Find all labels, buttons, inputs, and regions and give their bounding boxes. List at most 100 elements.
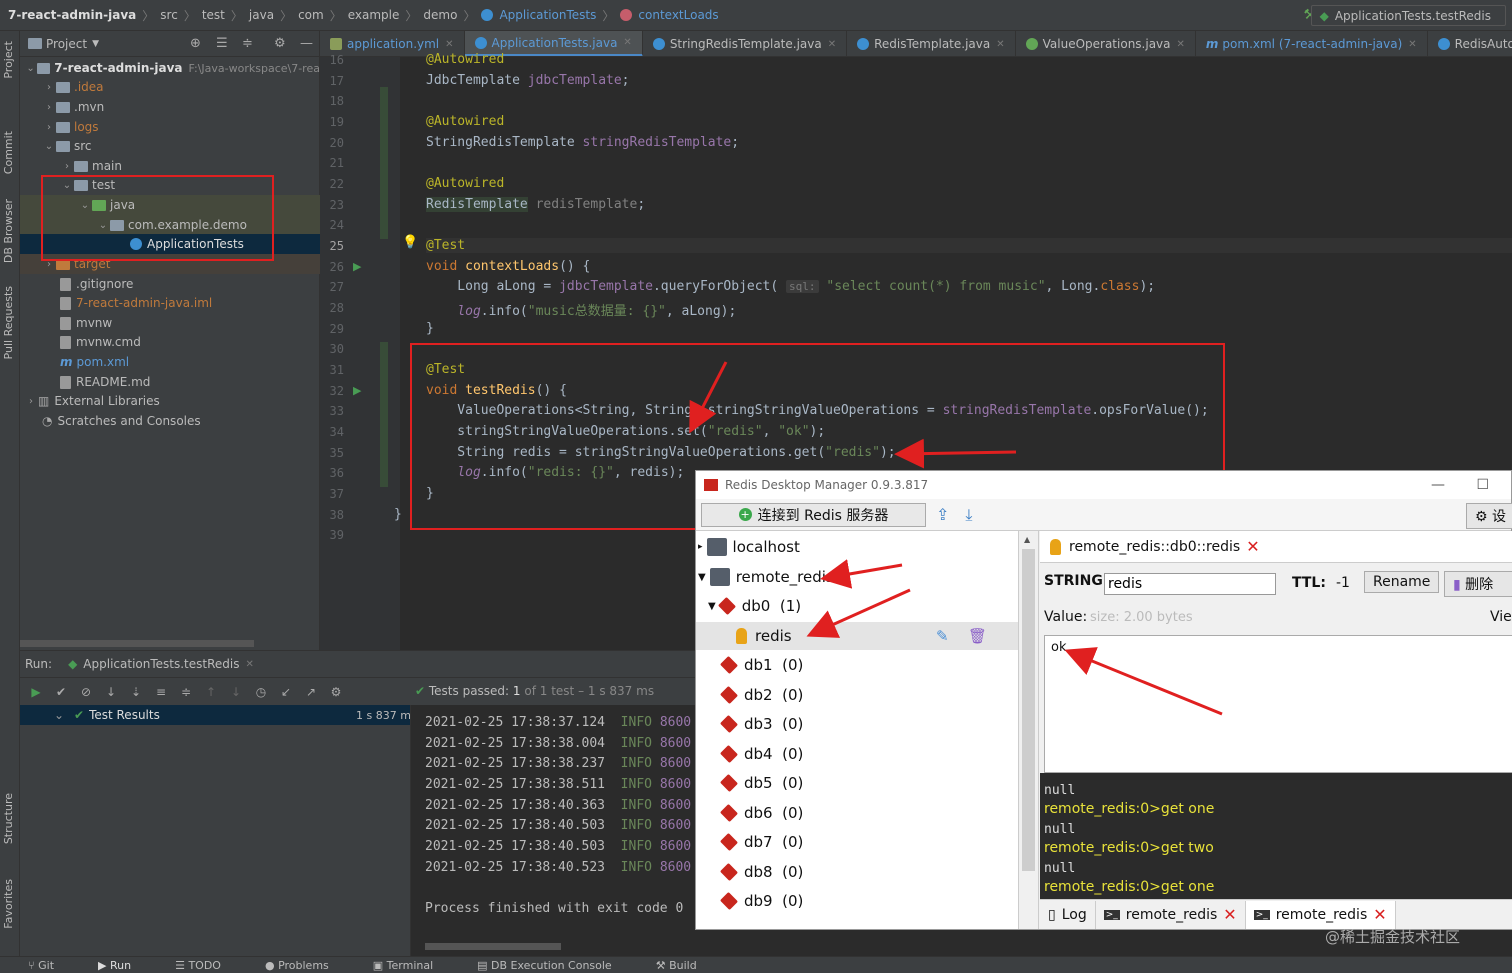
db-browser-tool-button[interactable]: DB Browser <box>2 199 15 263</box>
tree-item-external-libraries[interactable]: › ▥ External Libraries <box>20 391 320 411</box>
terminal-tool-button[interactable]: ▣ Terminal <box>373 959 455 972</box>
run-tab[interactable]: ApplicationTests.testRedis <box>83 657 239 671</box>
tree-item-mvn[interactable]: › .mvn <box>20 97 320 117</box>
import-icon[interactable]: ↙ <box>278 684 294 700</box>
project-tool-button[interactable]: Project <box>2 41 15 79</box>
sort-duration-icon[interactable]: ⇣ <box>128 684 144 700</box>
connect-server-button[interactable]: + 连接到 Redis 服务器 <box>701 502 926 527</box>
tree-item-idea[interactable]: › .idea <box>20 77 320 97</box>
horizontal-scrollbar[interactable] <box>425 943 561 950</box>
tree-item-main[interactable]: › main <box>20 156 320 176</box>
tree-db[interactable]: db5 (0) <box>719 769 803 797</box>
key-name-input[interactable] <box>1104 573 1276 595</box>
tree-db[interactable]: db3 (0) <box>719 710 803 738</box>
tab-redis-template[interactable]: RedisTemplate.java ✕ <box>847 31 1016 56</box>
edit-icon[interactable]: ✎ <box>936 627 949 645</box>
tab-log[interactable]: ▯ Log <box>1040 900 1096 929</box>
tab-string-redis-template[interactable]: StringRedisTemplate.java ✕ <box>643 31 848 56</box>
pull-requests-tool-button[interactable]: Pull Requests <box>2 286 15 359</box>
gear-icon[interactable]: ⚙ <box>328 684 344 700</box>
tree-server-remote[interactable]: ▼ remote_redis <box>698 563 834 591</box>
breadcrumb-class[interactable]: ApplicationTests <box>499 8 596 22</box>
trash-icon[interactable]: 🗑 <box>968 627 987 645</box>
breadcrumb-example[interactable]: example <box>348 8 400 22</box>
close-icon[interactable]: ✕ <box>1373 905 1386 924</box>
breadcrumb-java[interactable]: java <box>249 8 274 22</box>
commit-tool-button[interactable]: Commit <box>2 131 15 174</box>
breadcrumb-project[interactable]: 7-react-admin-java <box>8 8 136 22</box>
tree-db[interactable]: db7 (0) <box>719 828 803 856</box>
breadcrumb-test[interactable]: test <box>202 8 225 22</box>
export-icon[interactable]: ⤓ <box>965 505 972 525</box>
tab-redis-auto-configuration[interactable]: RedisAutoConfigurati <box>1428 31 1512 56</box>
tree-item-logs[interactable]: › logs <box>20 117 320 137</box>
expand-icon[interactable]: ≡ <box>153 684 169 700</box>
favorites-tool-button[interactable]: Favorites <box>2 879 15 929</box>
tree-key-redis[interactable]: redis ✎ 🗑 <box>696 622 1018 650</box>
run-test-icon[interactable]: ▶ <box>353 260 361 273</box>
rename-button[interactable]: Rename <box>1364 571 1440 593</box>
gear-icon[interactable]: ⚙ <box>274 36 286 51</box>
value-editor[interactable]: ok <box>1044 635 1512 773</box>
tab-remote-redis-console[interactable]: >_ remote_redis ✕ <box>1096 900 1246 929</box>
export-icon[interactable]: ↗ <box>303 684 319 700</box>
tree-db[interactable]: db6 (0) <box>719 799 803 827</box>
close-icon[interactable]: ✕ <box>245 659 253 670</box>
db-console-tool-button[interactable]: ▤ DB Execution Console <box>477 959 634 972</box>
tree-server-localhost[interactable]: ▸ localhost <box>698 533 800 561</box>
tree-db[interactable]: db2 (0) <box>719 681 803 709</box>
breadcrumb-method[interactable]: contextLoads <box>638 8 718 22</box>
collapse-icon[interactable]: ≑ <box>178 684 194 700</box>
view-as-label[interactable]: Vie <box>1490 609 1512 625</box>
tree-item-pom[interactable]: m pom.xml <box>20 352 320 372</box>
git-tool-button[interactable]: ⑂ Git <box>28 959 76 972</box>
tree-item-src[interactable]: ⌄ src <box>20 136 320 156</box>
tree-item-mvnw-cmd[interactable]: mvnw.cmd <box>20 332 320 352</box>
tree-item-mvnw[interactable]: mvnw <box>20 313 320 333</box>
rdm-console[interactable]: null remote_redis:0>get one null remote_… <box>1040 773 1512 899</box>
tree-item-scratches[interactable]: ◔ Scratches and Consoles <box>20 411 320 431</box>
tree-db[interactable]: db9 (0) <box>719 887 803 915</box>
tab-remote-redis-console-active[interactable]: >_ remote_redis ✕ <box>1245 900 1396 929</box>
chevron-down-icon[interactable]: ▼ <box>92 39 99 49</box>
rerun-icon[interactable]: ▶ <box>28 684 44 700</box>
settings-button[interactable]: ⚙ 设 <box>1465 503 1512 529</box>
todo-tool-button[interactable]: ☰ TODO <box>175 959 243 972</box>
close-icon[interactable]: ✕ <box>1246 537 1259 556</box>
tree-item-readme[interactable]: README.md <box>20 372 320 392</box>
tree-item-root[interactable]: ⌄ 7-react-admin-java F:\Java-workspace\7-r… <box>20 58 320 78</box>
delete-button[interactable]: ▮ 删除 <box>1444 571 1512 597</box>
tree-db[interactable]: db8 (0) <box>719 858 803 886</box>
key-tab[interactable]: remote_redis::db0::redis ✕ <box>1040 531 1512 563</box>
close-icon[interactable]: ✕ <box>1223 905 1236 924</box>
import-icon[interactable]: ⇪ <box>936 505 949 524</box>
run-test-icon[interactable]: ▶ <box>353 384 361 397</box>
test-results-row[interactable]: ⌄ ✔ Test Results 1 s 837 ms <box>20 705 417 725</box>
expand-all-icon[interactable]: ☰ <box>216 36 228 51</box>
build-tool-button[interactable]: ⚒ Build <box>656 959 719 972</box>
project-view-select[interactable]: Project <box>46 37 87 51</box>
breadcrumb-src[interactable]: src <box>160 8 178 22</box>
collapse-all-icon[interactable]: ≑ <box>242 36 253 51</box>
structure-tool-button[interactable]: Structure <box>2 793 15 844</box>
breadcrumb-demo[interactable]: demo <box>423 8 457 22</box>
minimize-icon[interactable]: — <box>1431 477 1445 493</box>
run-configuration-select[interactable]: ◆ ApplicationTests.testRedis <box>1310 5 1506 26</box>
tree-item-gitignore[interactable]: .gitignore <box>20 274 320 294</box>
history-icon[interactable]: ◷ <box>253 684 269 700</box>
show-passed-icon[interactable]: ✔ <box>53 684 69 700</box>
run-console[interactable]: 2021-02-25 17:38:37.124 INFO 8600 2021-0… <box>410 705 695 957</box>
tree-db0[interactable]: ▼ db0 (1) <box>708 592 801 620</box>
bulb-icon[interactable]: 💡 <box>402 235 418 250</box>
show-ignored-icon[interactable]: ⊘ <box>78 684 94 700</box>
tree-db[interactable]: db1 (0) <box>719 651 803 679</box>
sort-alpha-icon[interactable]: ↓ <box>103 684 119 700</box>
tree-item-iml[interactable]: 7-react-admin-java.iml <box>20 293 320 313</box>
tab-value-operations[interactable]: ValueOperations.java ✕ <box>1016 31 1196 56</box>
run-tool-button[interactable]: ▶ Run <box>98 959 153 972</box>
next-icon[interactable]: ↓ <box>228 684 244 700</box>
maximize-icon[interactable]: ☐ <box>1476 477 1489 493</box>
vertical-scrollbar[interactable]: ▲ <box>1019 531 1039 929</box>
previous-icon[interactable]: ↑ <box>203 684 219 700</box>
horizontal-scrollbar[interactable] <box>20 640 254 647</box>
